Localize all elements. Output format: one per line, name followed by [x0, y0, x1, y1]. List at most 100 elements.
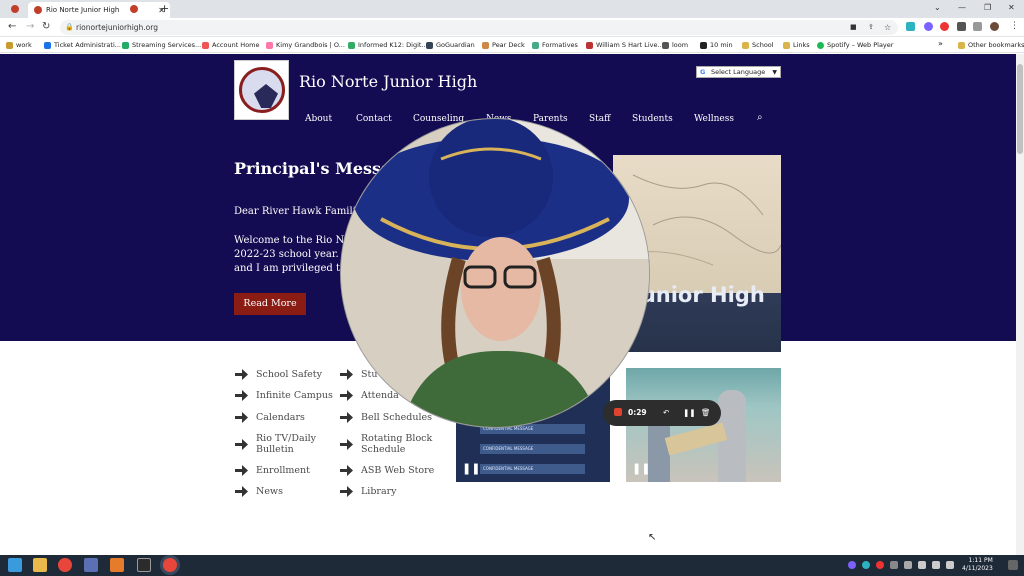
other-bookmarks[interactable]: Other bookmarks: [958, 41, 1024, 49]
search-icon[interactable]: ⌕: [757, 112, 763, 123]
message-line: and I am privileged t: [234, 263, 340, 274]
chrome-icon[interactable]: [58, 558, 72, 572]
browser-tab-strip: Rio Norte Junior High ✕ + ⌄ — ❐ ✕: [0, 0, 1024, 18]
battery-icon[interactable]: [946, 561, 954, 569]
close-window-icon[interactable]: ✕: [1008, 3, 1015, 12]
forward-icon[interactable]: →: [26, 21, 34, 32]
bookmark-item[interactable]: 10 min: [700, 41, 733, 49]
address-bar[interactable]: 🔒 rionortejuniorhigh.org ■ ⇪ ☆: [60, 20, 898, 35]
reload-icon[interactable]: ↻: [42, 21, 50, 32]
link-infinite-campus[interactable]: Infinite Campus: [256, 390, 333, 401]
web-page: Rio Norte Junior High G Select Language …: [0, 54, 1016, 555]
pause-icon[interactable]: ❚❚: [462, 462, 480, 475]
link-calendars[interactable]: Calendars: [256, 412, 305, 423]
bookmark-item[interactable]: work: [6, 41, 32, 49]
restore-icon[interactable]: ❐: [984, 3, 991, 12]
start-icon[interactable]: [8, 558, 22, 572]
wifi-icon[interactable]: [918, 561, 926, 569]
puzzle-icon[interactable]: [957, 22, 966, 31]
nav-about[interactable]: About: [305, 114, 332, 124]
tray-icon[interactable]: [904, 561, 912, 569]
delete-icon[interactable]: 🗑: [701, 408, 711, 417]
app-icon[interactable]: [110, 558, 124, 572]
pause-icon[interactable]: ❚❚: [632, 462, 650, 475]
link-rotating-block[interactable]: Rotating Block Schedule: [361, 433, 432, 455]
pause-recording-icon[interactable]: ❚❚: [683, 408, 696, 417]
bookmark-item[interactable]: loom: [662, 41, 688, 49]
bookmark-item[interactable]: Links: [783, 41, 810, 49]
link-bell-schedules[interactable]: Bell Schedules: [361, 412, 432, 423]
notification-icon[interactable]: [1008, 560, 1018, 570]
tray-icon[interactable]: [876, 561, 884, 569]
bookmark-item[interactable]: Formatives: [532, 41, 578, 49]
tab-search-icon[interactable]: ⌄: [934, 3, 941, 12]
bookmark-item[interactable]: Informed K12: Digit...: [348, 41, 428, 49]
principal-message-title: Principal's Messa: [234, 159, 392, 178]
link-enrollment[interactable]: Enrollment: [256, 465, 310, 476]
tray-icon[interactable]: [862, 561, 870, 569]
app-icon[interactable]: [137, 558, 151, 572]
scrollbar-thumb[interactable]: [1017, 64, 1023, 154]
bookmark-item[interactable]: Pear Deck: [482, 41, 525, 49]
volume-icon[interactable]: [932, 561, 940, 569]
nav-students[interactable]: Students: [632, 114, 673, 124]
bookmark-item[interactable]: William S Hart Live...: [586, 41, 664, 49]
bookmark-star-icon[interactable]: ☆: [884, 20, 891, 35]
back-icon[interactable]: ←: [8, 21, 16, 32]
camera-icon[interactable]: ■: [850, 20, 857, 35]
webcam-overlay[interactable]: [340, 118, 650, 428]
more-bookmarks-icon[interactable]: »: [938, 39, 943, 48]
bookmark-item[interactable]: Ticket Administrati...: [44, 41, 121, 49]
extension-icon[interactable]: [940, 22, 949, 31]
read-more-button[interactable]: Read More: [234, 293, 306, 315]
link-attendance[interactable]: Attenda: [361, 390, 399, 401]
bookmark-item[interactable]: Spotify – Web Player: [817, 41, 893, 49]
app-icon[interactable]: [84, 558, 98, 572]
clock-time: 1:11 PM: [968, 557, 993, 564]
arrow-right-icon: [340, 465, 353, 476]
bookmark-item[interactable]: Kimy Grandbois | O...: [266, 41, 345, 49]
stop-recording-icon[interactable]: [614, 408, 622, 416]
nav-parents[interactable]: Parents: [533, 114, 568, 124]
message-bubble: CONFIDENTIAL MESSAGE: [480, 444, 585, 454]
share-icon[interactable]: ⇪: [868, 20, 874, 35]
minimize-icon[interactable]: —: [958, 3, 966, 12]
arrow-right-icon: [235, 439, 248, 450]
link-school-safety[interactable]: School Safety: [256, 369, 322, 380]
system-clock[interactable]: 1:11 PM 4/11/2023: [962, 557, 993, 573]
sidebar-icon[interactable]: [973, 22, 982, 31]
link-library[interactable]: Library: [361, 486, 397, 497]
site-title[interactable]: Rio Norte Junior High: [299, 72, 477, 91]
tray-icon[interactable]: [890, 561, 898, 569]
select-language-dropdown[interactable]: G Select Language ▼: [696, 66, 781, 78]
bookmark-item[interactable]: Streaming Services...: [122, 41, 201, 49]
browser-toolbar: ← → ↻ 🔒 rionortejuniorhigh.org ■ ⇪ ☆ ⋮: [0, 18, 1024, 37]
extension-icon[interactable]: [924, 22, 933, 31]
second-tab-icon[interactable]: [130, 5, 138, 13]
undo-icon[interactable]: ↶: [663, 408, 669, 417]
menu-icon[interactable]: ⋮: [1010, 21, 1019, 31]
tab-rio-norte[interactable]: Rio Norte Junior High ✕: [28, 2, 170, 18]
avatar[interactable]: [990, 22, 999, 31]
extension-icon[interactable]: [906, 22, 915, 31]
link-rio-tv[interactable]: Rio TV/Daily Bulletin: [256, 433, 316, 455]
nav-staff[interactable]: Staff: [589, 114, 611, 124]
new-tab-button[interactable]: +: [160, 2, 169, 15]
school-logo[interactable]: [234, 60, 289, 120]
nav-wellness[interactable]: Wellness: [694, 114, 734, 124]
page-scrollbar[interactable]: [1016, 54, 1024, 555]
logo-seal: [239, 67, 285, 113]
taskbar: 1:11 PM 4/11/2023: [0, 555, 1024, 576]
link-news[interactable]: News: [256, 486, 283, 497]
bookmark-item[interactable]: School: [742, 41, 774, 49]
url-text: rionortejuniorhigh.org: [76, 23, 158, 32]
bookmark-item[interactable]: Account Home: [202, 41, 260, 49]
message-line: 2022-23 school year.: [234, 249, 339, 260]
lock-icon: 🔒: [65, 23, 74, 31]
bookmark-item[interactable]: GoGuardian: [426, 41, 475, 49]
file-explorer-icon[interactable]: [33, 558, 47, 572]
tray-icon[interactable]: [848, 561, 856, 569]
link-asb-web-store[interactable]: ASB Web Store: [361, 465, 434, 476]
chrome-icon[interactable]: [163, 558, 177, 572]
nav-contact[interactable]: Contact: [356, 114, 392, 124]
